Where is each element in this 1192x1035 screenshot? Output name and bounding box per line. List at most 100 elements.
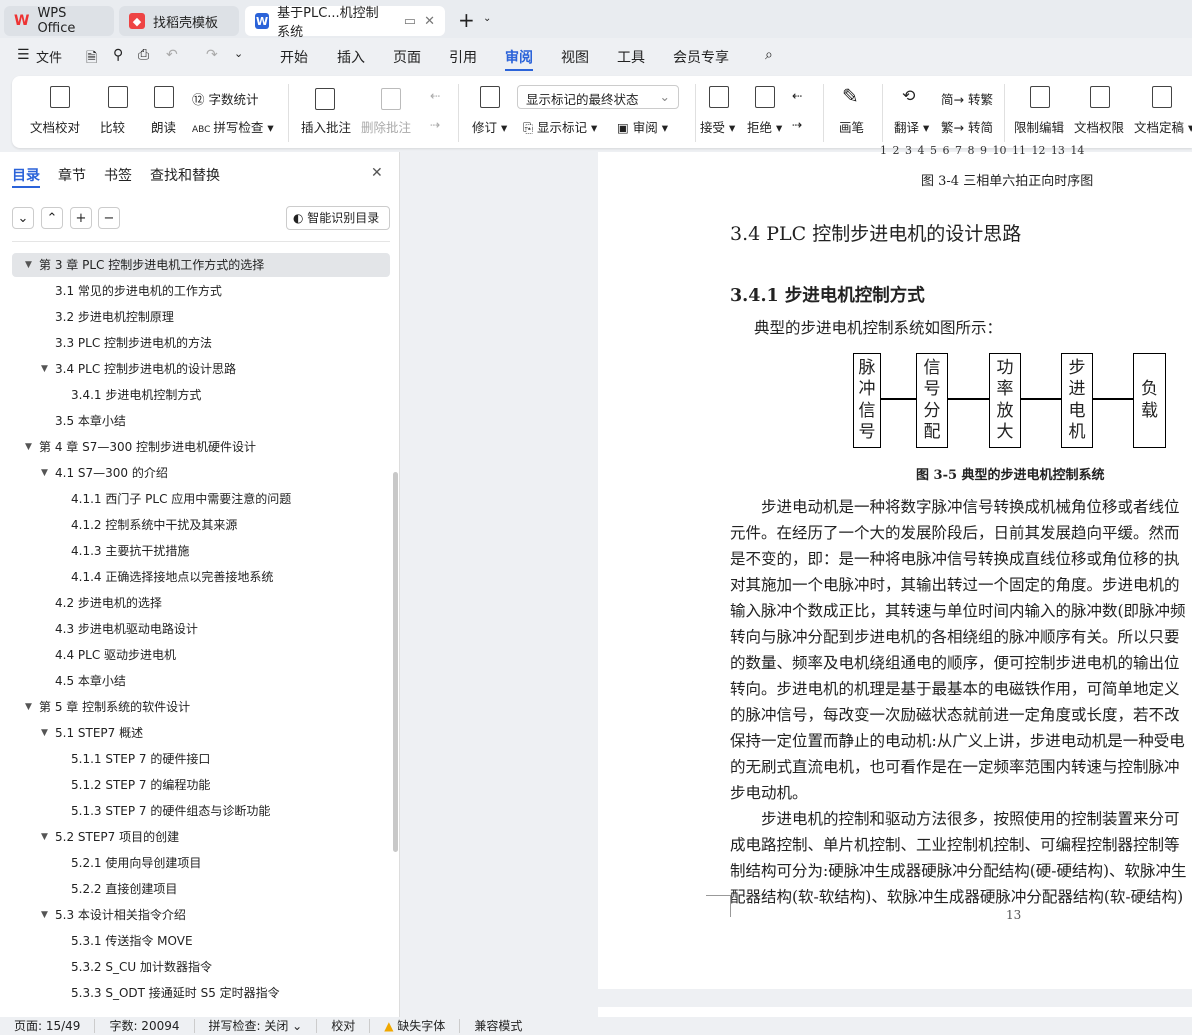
toc-item[interactable]: ▼ 5.2 STEP7 项目的创建 [12, 825, 390, 849]
toc-item[interactable]: 5.1.1 STEP 7 的硬件接口 [12, 747, 390, 771]
pen-button[interactable]: 画笔 [839, 117, 864, 136]
next-comment-icon[interactable]: ⇢ [430, 117, 440, 132]
toc-item[interactable]: 3.2 步进电机控制原理 [12, 305, 390, 329]
to-simplified-button[interactable]: 繁→ 转简 [941, 117, 993, 136]
more-chevron-icon[interactable]: ⌄ [234, 47, 243, 60]
nav-tab-sections[interactable]: 章节 [58, 165, 86, 185]
compat-mode[interactable]: 兼容模式 [460, 1019, 536, 1033]
print-preview-icon[interactable]: ⎙ [138, 47, 149, 63]
collapse-up-button[interactable]: ⌃ [41, 207, 63, 229]
menu-tools[interactable]: 工具 [617, 47, 645, 67]
smart-toc-button[interactable]: ◐ 智能识别目录 [286, 206, 390, 230]
menu-icon[interactable]: ☰ [17, 47, 30, 63]
word-count[interactable]: 字数: 20094 [95, 1019, 195, 1033]
spell-check-status[interactable]: 拼写检查: 关闭 ⌄ [195, 1019, 318, 1033]
to-traditional-button[interactable]: 简→ 转繁 [941, 89, 993, 108]
menu-page[interactable]: 页面 [393, 47, 421, 67]
toc-item[interactable]: 3.1 常见的步进电机的工作方式 [12, 279, 390, 303]
close-pane-icon[interactable]: ✕ [371, 165, 383, 181]
toc-item[interactable]: 5.1.3 STEP 7 的硬件组态与诊断功能 [12, 799, 390, 823]
nav-tab-toc[interactable]: 目录 [12, 165, 40, 185]
menu-insert[interactable]: 插入 [337, 47, 365, 67]
expand-arrow-icon[interactable]: ▼ [41, 721, 48, 745]
next-change-icon[interactable]: ⇢ [792, 117, 802, 132]
spell-check-button[interactable]: ABC 拼写检查 ▾ [192, 117, 274, 136]
expand-arrow-icon[interactable]: ▼ [25, 253, 32, 277]
toc-item[interactable]: 5.3.3 S_ODT 接通延时 S5 定时器指令 [12, 981, 390, 1005]
chevron-down-icon[interactable]: ⌄ [483, 13, 491, 24]
show-markup-button[interactable]: ⎘ 显示标记 ▾ [523, 117, 597, 136]
toc-item[interactable]: ▼ 第 5 章 控制系统的软件设计 [12, 695, 390, 719]
translate-button[interactable]: 翻译 ▾ [894, 117, 929, 136]
new-tab-icon[interactable]: + [458, 8, 475, 32]
missing-font-status[interactable]: ▲ 缺失字体 [370, 1019, 461, 1033]
expand-arrow-icon[interactable]: ▼ [41, 903, 48, 927]
redo-icon[interactable]: ↷ [206, 47, 218, 63]
read-aloud-button[interactable]: 朗读 [151, 117, 176, 136]
toc-item[interactable]: 5.3.1 传送指令 MOVE [12, 929, 390, 953]
menu-review[interactable]: 审阅 [505, 47, 533, 71]
close-tab-icon[interactable]: ✕ [424, 14, 435, 29]
finalize-button[interactable]: 文档定稿 ▾ [1134, 117, 1192, 136]
toc-item[interactable]: 4.1.4 正确选择接地点以完善接地系统 [12, 565, 390, 589]
menu-references[interactable]: 引用 [449, 47, 477, 67]
tab-docer-templates[interactable]: ◆ 找稻壳模板 [119, 6, 239, 36]
menu-home[interactable]: 开始 [280, 47, 308, 67]
word-count-button[interactable]: ⑫ 字数统计 [192, 89, 259, 108]
expand-arrow-icon[interactable]: ▼ [41, 825, 48, 849]
toc-item[interactable]: ▼ 4.1 S7—300 的介绍 [12, 461, 390, 485]
expand-arrow-icon[interactable]: ▼ [41, 357, 48, 381]
proofread-button[interactable]: 文档校对 [30, 117, 80, 136]
toc-item[interactable]: ▼ 第 4 章 S7—300 控制步进电机硬件设计 [12, 435, 390, 459]
save-icon[interactable]: 🗎 [86, 47, 97, 71]
proofread-status[interactable]: 校对 [317, 1019, 371, 1033]
expand-arrow-icon[interactable]: ▼ [25, 435, 32, 459]
expand-arrow-icon[interactable]: ▼ [25, 695, 32, 719]
remove-heading-button[interactable]: − [98, 207, 120, 229]
share-icon[interactable]: ⚲ [113, 47, 123, 63]
delete-comment-button[interactable]: 删除批注 [361, 117, 411, 136]
nav-tab-bookmarks[interactable]: 书签 [104, 165, 132, 185]
tab-wps-office[interactable]: W WPS Office [4, 6, 114, 36]
search-icon[interactable]: ⌕ [765, 47, 773, 63]
toc-item[interactable]: 3.4.1 步进电机控制方式 [12, 383, 390, 407]
toc-item[interactable]: 4.3 步进电机驱动电路设计 [12, 617, 390, 641]
permission-button[interactable]: 文档权限 [1074, 117, 1124, 136]
menu-membership[interactable]: 会员专享 [673, 47, 729, 67]
menu-view[interactable]: 视图 [561, 47, 589, 67]
nav-tab-find-replace[interactable]: 查找和替换 [150, 165, 220, 185]
toc-item[interactable]: 5.1.2 STEP 7 的编程功能 [12, 773, 390, 797]
toc-item[interactable]: 4.4 PLC 驱动步进电机 [12, 643, 390, 667]
reject-button[interactable]: 拒绝 ▾ [747, 117, 782, 136]
toc-item[interactable]: 4.1.3 主要抗干扰措施 [12, 539, 390, 563]
toc-item[interactable]: 3.3 PLC 控制步进电机的方法 [12, 331, 390, 355]
toc-item[interactable]: 3.5 本章小结 [12, 409, 390, 433]
screen-icon[interactable]: ▭ [404, 14, 416, 29]
review-pane-button[interactable]: ▣ 审阅 ▾ [617, 117, 668, 136]
toc-item[interactable]: ▼ 第 3 章 PLC 控制步进电机工作方式的选择 [12, 253, 390, 277]
accept-button[interactable]: 接受 ▾ [700, 117, 735, 136]
markup-select[interactable]: 显示标记的最终状态 ⌄ [517, 85, 679, 109]
toc-item[interactable]: ▼ 5.1 STEP7 概述 [12, 721, 390, 745]
page-indicator[interactable]: 页面: 15/49 [0, 1019, 96, 1033]
toc-item[interactable]: ▼ 3.4 PLC 控制步进电机的设计思路 [12, 357, 390, 381]
expand-arrow-icon[interactable]: ▼ [41, 461, 48, 485]
tab-document[interactable]: W 基于PLC...机控制系统 ▭ ✕ [245, 6, 445, 40]
toc-item[interactable]: 4.1.1 西门子 PLC 应用中需要注意的问题 [12, 487, 390, 511]
compare-button[interactable]: 比较 [100, 117, 125, 136]
toc-item[interactable]: 5.2.1 使用向导创建项目 [12, 851, 390, 875]
toc-item[interactable]: 4.2 步进电机的选择 [12, 591, 390, 615]
prev-change-icon[interactable]: ⇠ [792, 88, 802, 103]
toc-item[interactable]: 4.1.2 控制系统中干扰及其来源 [12, 513, 390, 537]
track-changes-button[interactable]: 修订 ▾ [472, 117, 507, 136]
restrict-edit-button[interactable]: 限制编辑 [1014, 117, 1064, 136]
toc-item[interactable]: 5.3.2 S_CU 加计数器指令 [12, 955, 390, 979]
add-heading-button[interactable]: + [70, 207, 92, 229]
file-menu[interactable]: 文件 [36, 47, 62, 66]
toc-item[interactable]: ▼ 5.3 本设计相关指令介绍 [12, 903, 390, 927]
toc-item[interactable]: 5.2.2 直接创建项目 [12, 877, 390, 901]
toc-item[interactable]: 4.5 本章小结 [12, 669, 390, 693]
undo-icon[interactable]: ↶ [166, 47, 178, 63]
insert-comment-button[interactable]: 插入批注 [301, 117, 351, 136]
prev-comment-icon[interactable]: ⇠ [430, 88, 440, 103]
